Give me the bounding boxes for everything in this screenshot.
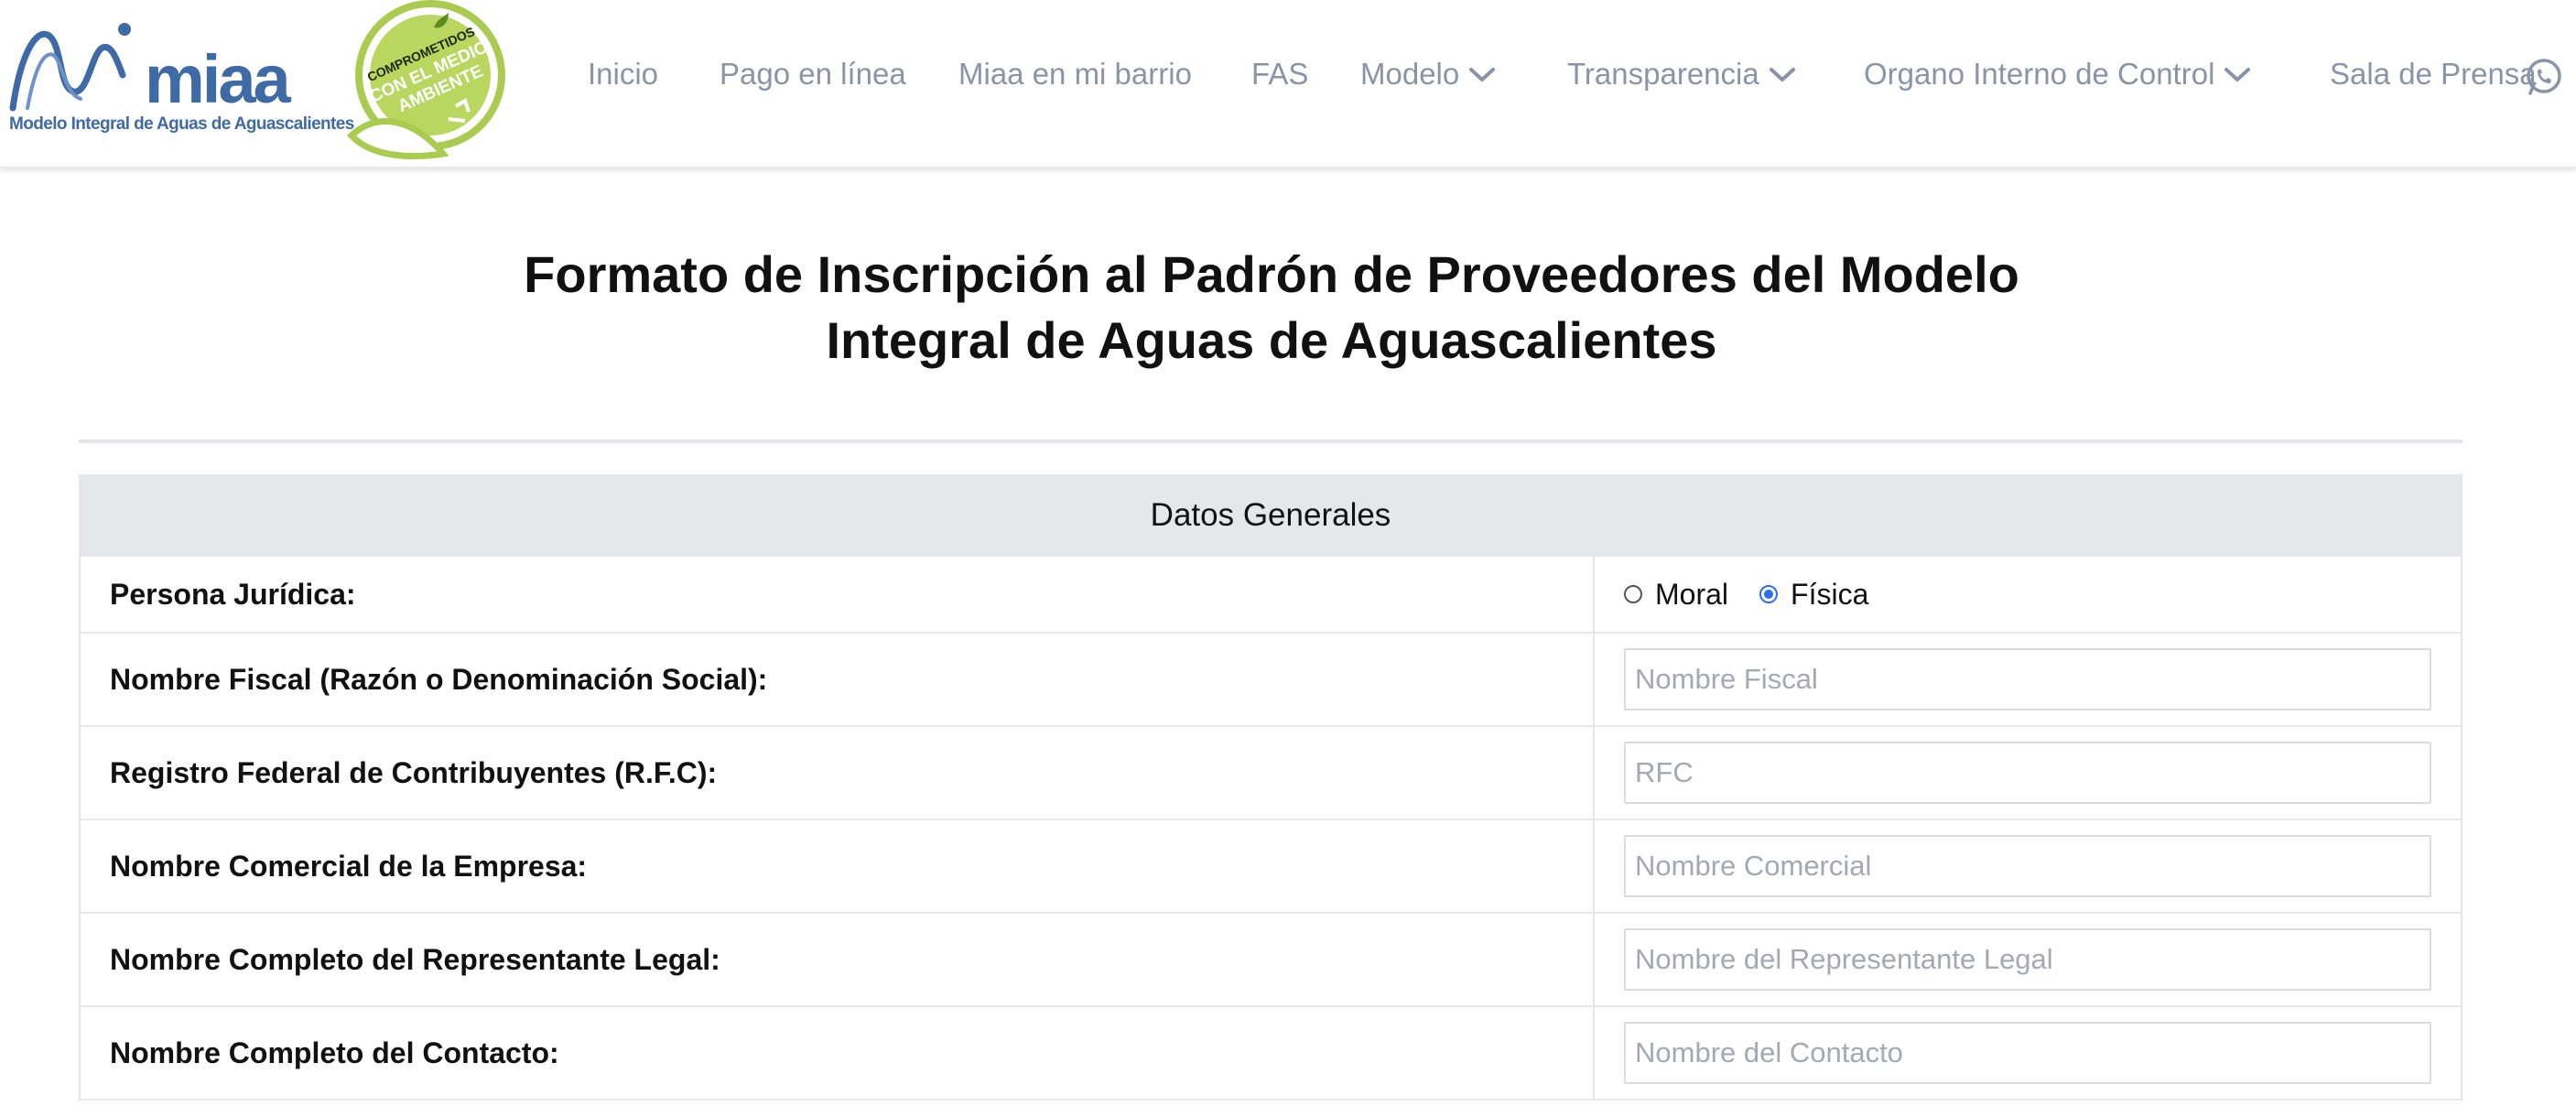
nav-label: Transparencia bbox=[1567, 57, 1759, 91]
section-title: Datos Generales bbox=[79, 474, 2462, 557]
nav-sala-de-prensa[interactable]: Sala de Prensa bbox=[2330, 57, 2537, 92]
nav-inicio[interactable]: Inicio bbox=[588, 57, 658, 92]
form-row-nombre-comercial: Nombre Comercial de la Empresa: bbox=[81, 820, 2461, 914]
chevron-down-icon bbox=[1769, 68, 1795, 81]
representante-legal-input[interactable] bbox=[1624, 928, 2431, 991]
whatsapp-icon[interactable] bbox=[2523, 57, 2563, 97]
nombre-comercial-input[interactable] bbox=[1624, 835, 2431, 897]
contacto-input[interactable] bbox=[1624, 1022, 2431, 1084]
persona-juridica-label: Persona Jurídica: bbox=[81, 557, 1595, 632]
page-title-line-1: Formato de Inscripción al Padrón de Prov… bbox=[524, 245, 2019, 303]
radio-fisica-label[interactable]: Física bbox=[1791, 578, 1868, 612]
miaa-logo[interactable]: miaa Modelo Integral de Aguas de Aguasca… bbox=[7, 20, 354, 139]
persona-juridica-row: Persona Jurídica: Moral Física bbox=[81, 557, 2461, 634]
nav-label: Sala de Prensa bbox=[2330, 57, 2537, 91]
nav-pago-en-linea[interactable]: Pago en línea bbox=[720, 57, 906, 92]
representante-legal-cell bbox=[1595, 914, 2461, 1005]
nav-label: Pago en línea bbox=[720, 57, 906, 91]
page-title: Formato de Inscripción al Padrón de Prov… bbox=[0, 242, 2543, 374]
nav-transparencia[interactable]: Transparencia bbox=[1567, 57, 1796, 92]
form-row-rfc: Registro Federal de Contribuyentes (R.F.… bbox=[81, 727, 2461, 820]
title-divider bbox=[79, 439, 2462, 443]
brand-name: miaa bbox=[145, 41, 292, 112]
form-row-representante-legal: Nombre Completo del Representante Legal: bbox=[81, 914, 2461, 1007]
contacto-cell bbox=[1595, 1007, 2461, 1099]
miaa-logo-mark: miaa bbox=[9, 23, 295, 112]
rfc-input[interactable] bbox=[1624, 742, 2431, 804]
nav-modelo[interactable]: Modelo bbox=[1360, 57, 1496, 92]
contacto-label: Nombre Completo del Contacto: bbox=[81, 1007, 1595, 1099]
nav-organo-interno-de-control[interactable]: Organo Interno de Control bbox=[1864, 57, 2251, 92]
rfc-cell bbox=[1595, 727, 2461, 819]
nav-label: Miaa en mi barrio bbox=[958, 57, 1192, 91]
page-title-line-2: Integral de Aguas de Aguascalientes bbox=[826, 311, 1717, 369]
chevron-down-icon bbox=[2224, 68, 2251, 81]
nav-label: Inicio bbox=[588, 57, 659, 91]
radio-moral[interactable] bbox=[1624, 585, 1642, 603]
form-row-contacto: Nombre Completo del Contacto: bbox=[81, 1007, 2461, 1101]
provider-registration-form: Datos Generales Persona Jurídica: Moral … bbox=[79, 474, 2462, 1101]
nombre-fiscal-input[interactable] bbox=[1624, 648, 2431, 710]
nombre-fiscal-label: Nombre Fiscal (Razón o Denominación Soci… bbox=[81, 634, 1595, 725]
radio-fisica[interactable] bbox=[1759, 585, 1779, 603]
nombre-fiscal-cell bbox=[1595, 634, 2461, 725]
representante-legal-label: Nombre Completo del Representante Legal: bbox=[81, 914, 1595, 1005]
radio-moral-label[interactable]: Moral bbox=[1655, 578, 1728, 612]
nombre-comercial-cell bbox=[1595, 820, 2461, 912]
chevron-down-icon bbox=[1469, 68, 1496, 81]
radio-group: Moral Física bbox=[1624, 578, 1900, 612]
form-row-nombre-fiscal: Nombre Fiscal (Razón o Denominación Soci… bbox=[81, 634, 2461, 727]
nav-label: Organo Interno de Control bbox=[1864, 57, 2215, 91]
nav-label: Modelo bbox=[1360, 57, 1460, 91]
rfc-label: Registro Federal de Contribuyentes (R.F.… bbox=[81, 727, 1595, 819]
nombre-comercial-label: Nombre Comercial de la Empresa: bbox=[81, 820, 1595, 912]
environment-badge: COMPROMETIDOS CON EL MEDIO AMBIENTE bbox=[347, 0, 505, 160]
nav-miaa-en-mi-barrio[interactable]: Miaa en mi barrio bbox=[958, 57, 1192, 92]
nav-label: FAS bbox=[1251, 57, 1309, 91]
nav-fas[interactable]: FAS bbox=[1251, 57, 1308, 92]
site-header: miaa Modelo Integral de Aguas de Aguasca… bbox=[0, 0, 2576, 168]
persona-juridica-options: Moral Física bbox=[1595, 557, 2461, 632]
brand-caption: Modelo Integral de Aguas de Aguascalient… bbox=[9, 114, 354, 134]
